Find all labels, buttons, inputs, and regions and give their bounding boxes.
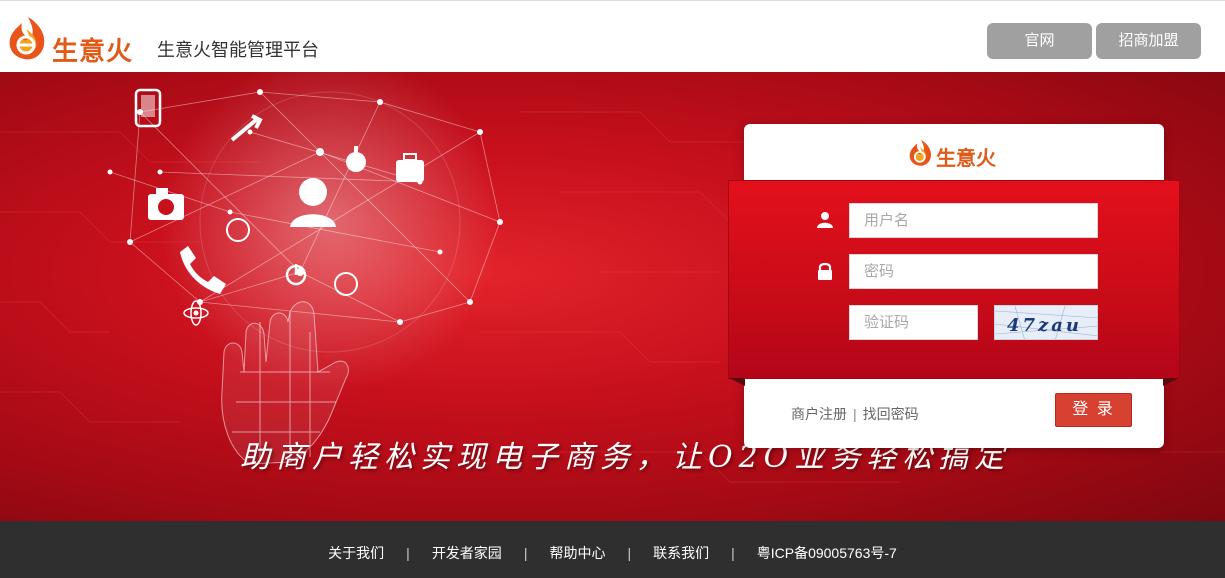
page-footer: 关于我们 | 开发者家园 | 帮助中心 | 联系我们 | 粤ICP备09005763号-7	[0, 521, 1225, 578]
login-brand-name: 生意火	[936, 148, 996, 170]
footer-separator: |	[731, 545, 735, 561]
footer-separator: |	[406, 545, 410, 561]
top-header: 生意火 生意火智能管理平台 官网 招商加盟	[0, 0, 1225, 72]
footer-separator: |	[627, 545, 632, 561]
footer-separator: |	[523, 545, 528, 561]
forgot-password-link[interactable]: 找回密码	[863, 406, 919, 422]
official-site-button[interactable]: 官网	[987, 23, 1092, 59]
footer-link-developers[interactable]: 开发者家园	[432, 543, 502, 563]
username-input[interactable]: 用户名	[849, 203, 1098, 238]
link-separator: |	[853, 406, 857, 422]
password-input[interactable]: 密码	[849, 254, 1098, 289]
platform-title: 生意火智能管理平台	[157, 40, 319, 60]
login-brand-logo: 生意火	[906, 136, 1006, 170]
captcha-input[interactable]: 验证码	[849, 305, 978, 340]
captcha-text: 47zau	[1007, 315, 1082, 336]
lock-icon	[818, 262, 832, 280]
footer-link-contact[interactable]: 联系我们	[653, 543, 709, 563]
footer-icp[interactable]: 粤ICP备09005763号-7	[757, 543, 897, 563]
brand-logo[interactable]: 生意火	[4, 11, 144, 66]
footer-links: 关于我们 | 开发者家园 | 帮助中心 | 联系我们 | 粤ICP备09005763号-7	[0, 543, 1225, 563]
flame-logo-icon	[909, 139, 932, 166]
brand-name: 生意火	[52, 36, 134, 66]
login-links: 商户注册 | 找回密码	[791, 404, 919, 424]
flame-logo-icon	[9, 17, 45, 60]
login-button[interactable]: 登 录	[1055, 393, 1132, 427]
footer-link-help[interactable]: 帮助中心	[549, 543, 605, 563]
franchise-join-button[interactable]: 招商加盟	[1096, 23, 1201, 59]
register-link[interactable]: 商户注册	[791, 406, 847, 422]
user-icon	[817, 212, 833, 228]
captcha-image[interactable]: 47zau	[994, 305, 1098, 340]
footer-link-about[interactable]: 关于我们	[328, 543, 384, 563]
